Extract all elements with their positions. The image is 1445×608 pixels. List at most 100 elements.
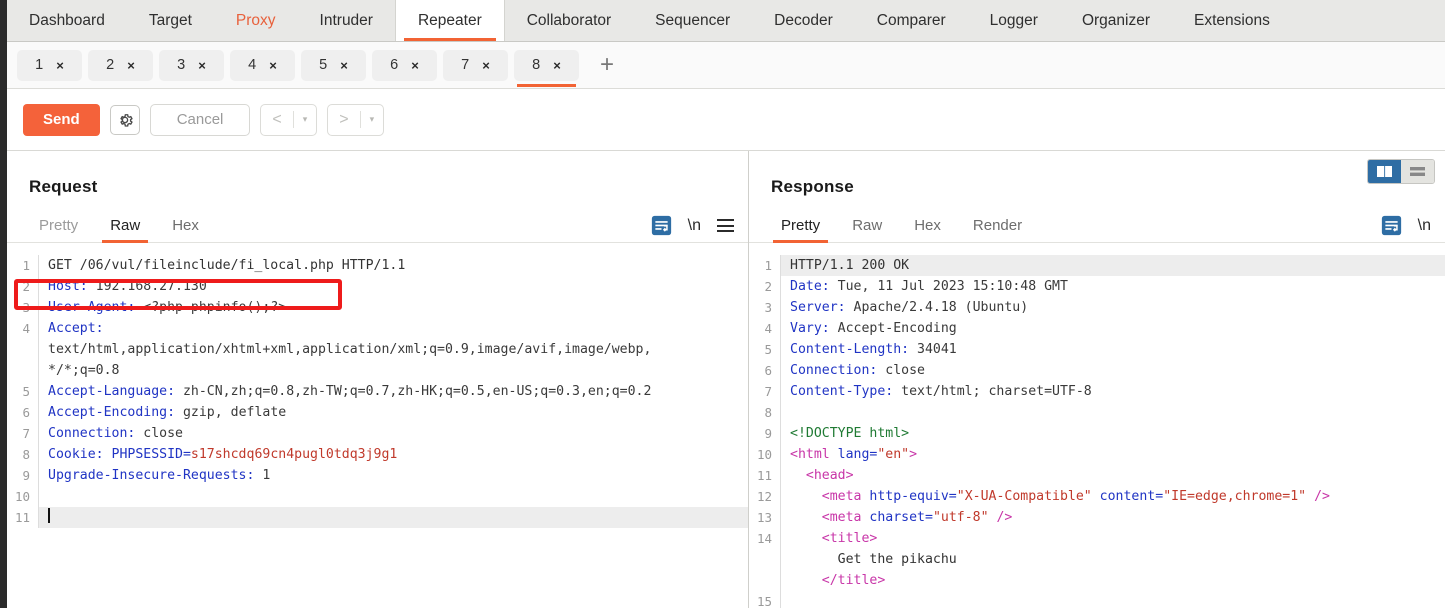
chevron-down-icon[interactable]: ▾: [361, 114, 384, 125]
response-html-tag-close: >: [909, 447, 918, 462]
line-content: Host: 192.168.27.130: [39, 276, 207, 297]
code-line: 8: [749, 402, 1445, 423]
tab-collaborator[interactable]: Collaborator: [505, 0, 633, 41]
repeater-tab-1[interactable]: 1 ×: [17, 49, 82, 81]
response-editor[interactable]: 1 HTTP/1.1 200 OK 2 Date: Tue, 11 Jul 2023…: [749, 255, 1445, 608]
response-tab-render[interactable]: Render: [957, 217, 1038, 242]
tab-proxy[interactable]: Proxy: [214, 0, 298, 41]
response-meta-attr-content: content=: [1091, 489, 1164, 504]
response-tab-render-label: Render: [972, 217, 1023, 234]
response-tab-hex[interactable]: Hex: [898, 217, 957, 242]
line-content: HTTP/1.1 200 OK: [781, 255, 909, 276]
line-content: Connection: close: [781, 360, 925, 381]
repeater-tab-4[interactable]: 4 ×: [230, 49, 295, 81]
close-icon[interactable]: ×: [198, 58, 206, 73]
response-title: Response: [771, 177, 854, 196]
code-line: 4 Vary: Accept-Encoding: [749, 318, 1445, 339]
tab-extensions[interactable]: Extensions: [1172, 0, 1292, 41]
request-header-user-agent: User-Agent:: [48, 300, 136, 315]
tab-sequencer[interactable]: Sequencer: [633, 0, 752, 41]
tab-dashboard[interactable]: Dashboard: [7, 0, 127, 41]
close-icon[interactable]: ×: [340, 58, 348, 73]
request-editor[interactable]: 1 GET /06/vul/fileinclude/fi_local.php HT…: [7, 255, 748, 608]
newline-toggle[interactable]: \n: [1418, 217, 1431, 235]
request-tab-pretty[interactable]: Pretty: [23, 217, 94, 242]
line-number: 9: [7, 465, 39, 486]
tab-target[interactable]: Target: [127, 0, 214, 41]
add-tab-button[interactable]: +: [593, 51, 621, 79]
repeater-tab-6-label: 6: [390, 57, 399, 73]
line-content: <head>: [781, 465, 854, 486]
stacked-view-icon[interactable]: [1401, 160, 1434, 183]
request-header-cookie: Cookie:: [48, 447, 104, 462]
request-title: Request: [29, 177, 98, 196]
text-wrap-icon[interactable]: [1381, 215, 1402, 236]
code-line: 6 Connection: close: [749, 360, 1445, 381]
cancel-button[interactable]: Cancel: [149, 103, 251, 136]
request-header-upgrade-value: 1: [254, 468, 271, 483]
send-button[interactable]: Send: [23, 103, 100, 136]
text-wrap-icon[interactable]: [651, 215, 672, 236]
message-panes: Request Pretty Raw Hex \n 1 GET /06/vul/…: [7, 151, 1445, 608]
forward-button[interactable]: > ▾: [327, 103, 385, 136]
tab-organizer[interactable]: Organizer: [1060, 0, 1172, 41]
request-header-host-value: 192.168.27.130: [87, 279, 207, 294]
line-content: Accept-Language: zh-CN,zh;q=0.8,zh-TW;q=…: [39, 381, 651, 402]
back-button[interactable]: < ▾: [260, 103, 318, 136]
line-number: 11: [7, 507, 39, 528]
request-header-accept-language-value: zh-CN,zh;q=0.8,zh-TW;q=0.7,zh-HK;q=0.5,e…: [175, 384, 652, 399]
tab-comparer[interactable]: Comparer: [855, 0, 968, 41]
response-title-tag-open: <title>: [821, 531, 878, 546]
response-tab-pretty-label: Pretty: [781, 217, 821, 234]
close-icon[interactable]: ×: [127, 58, 135, 73]
newline-toggle[interactable]: \n: [688, 217, 701, 235]
tab-decoder[interactable]: Decoder: [752, 0, 855, 41]
line-number: 2: [7, 276, 39, 297]
repeater-tab-8[interactable]: 8 ×: [514, 49, 579, 87]
view-layout-toggles: [1367, 159, 1435, 184]
close-icon[interactable]: ×: [482, 58, 490, 73]
close-icon[interactable]: ×: [269, 58, 277, 73]
response-header-connection: Connection:: [790, 363, 878, 378]
request-header-accept-encoding-value: gzip, deflate: [175, 405, 287, 420]
response-tab-raw[interactable]: Raw: [836, 217, 898, 242]
line-number: 1: [749, 255, 781, 276]
split-vertical-view-icon[interactable]: [1368, 160, 1401, 183]
repeater-tab-5[interactable]: 5 ×: [301, 49, 366, 81]
response-tab-pretty[interactable]: Pretty: [765, 217, 836, 243]
repeater-tab-7[interactable]: 7 ×: [443, 49, 508, 81]
settings-button[interactable]: [109, 104, 140, 135]
line-content: Vary: Accept-Encoding: [781, 318, 957, 339]
response-html-attr-value: "en": [877, 447, 910, 462]
close-icon[interactable]: ×: [56, 58, 64, 73]
line-number: 8: [7, 444, 39, 465]
tab-logger[interactable]: Logger: [968, 0, 1060, 41]
line-number: 7: [7, 423, 39, 444]
tab-organizer-label: Organizer: [1081, 11, 1150, 29]
close-icon[interactable]: ×: [411, 58, 419, 73]
request-header-accept-language: Accept-Language:: [48, 384, 176, 399]
repeater-tab-6[interactable]: 6 ×: [372, 49, 437, 81]
code-line: 13 <meta charset="utf-8" />: [749, 507, 1445, 528]
repeater-tab-2[interactable]: 2 ×: [88, 49, 153, 81]
tab-repeater[interactable]: Repeater: [394, 0, 505, 41]
chevron-down-icon[interactable]: ▾: [294, 114, 317, 125]
tab-intruder[interactable]: Intruder: [298, 0, 395, 41]
response-header-date: Date:: [790, 279, 830, 294]
request-header-host: Host:: [48, 279, 88, 294]
code-line: </title>: [749, 570, 1445, 591]
response-header-connection-value: close: [877, 363, 925, 378]
response-meta-val-charset: "utf-8": [932, 510, 989, 525]
code-line: 4 Accept:: [7, 318, 748, 339]
close-icon[interactable]: ×: [553, 58, 561, 73]
request-tab-hex[interactable]: Hex: [156, 217, 215, 242]
request-header-accept-wrap2: */*;q=0.8: [48, 363, 120, 378]
line-number: 14: [749, 528, 781, 549]
line-content: Date: Tue, 11 Jul 2023 15:10:48 GMT: [781, 276, 1068, 297]
hamburger-menu-icon[interactable]: [717, 219, 734, 232]
request-tab-raw[interactable]: Raw: [94, 217, 156, 243]
tab-extensions-label: Extensions: [1194, 11, 1270, 29]
repeater-tab-3[interactable]: 3 ×: [159, 49, 224, 81]
line-content: Connection: close: [39, 423, 183, 444]
line-content: <!DOCTYPE html>: [781, 423, 909, 444]
